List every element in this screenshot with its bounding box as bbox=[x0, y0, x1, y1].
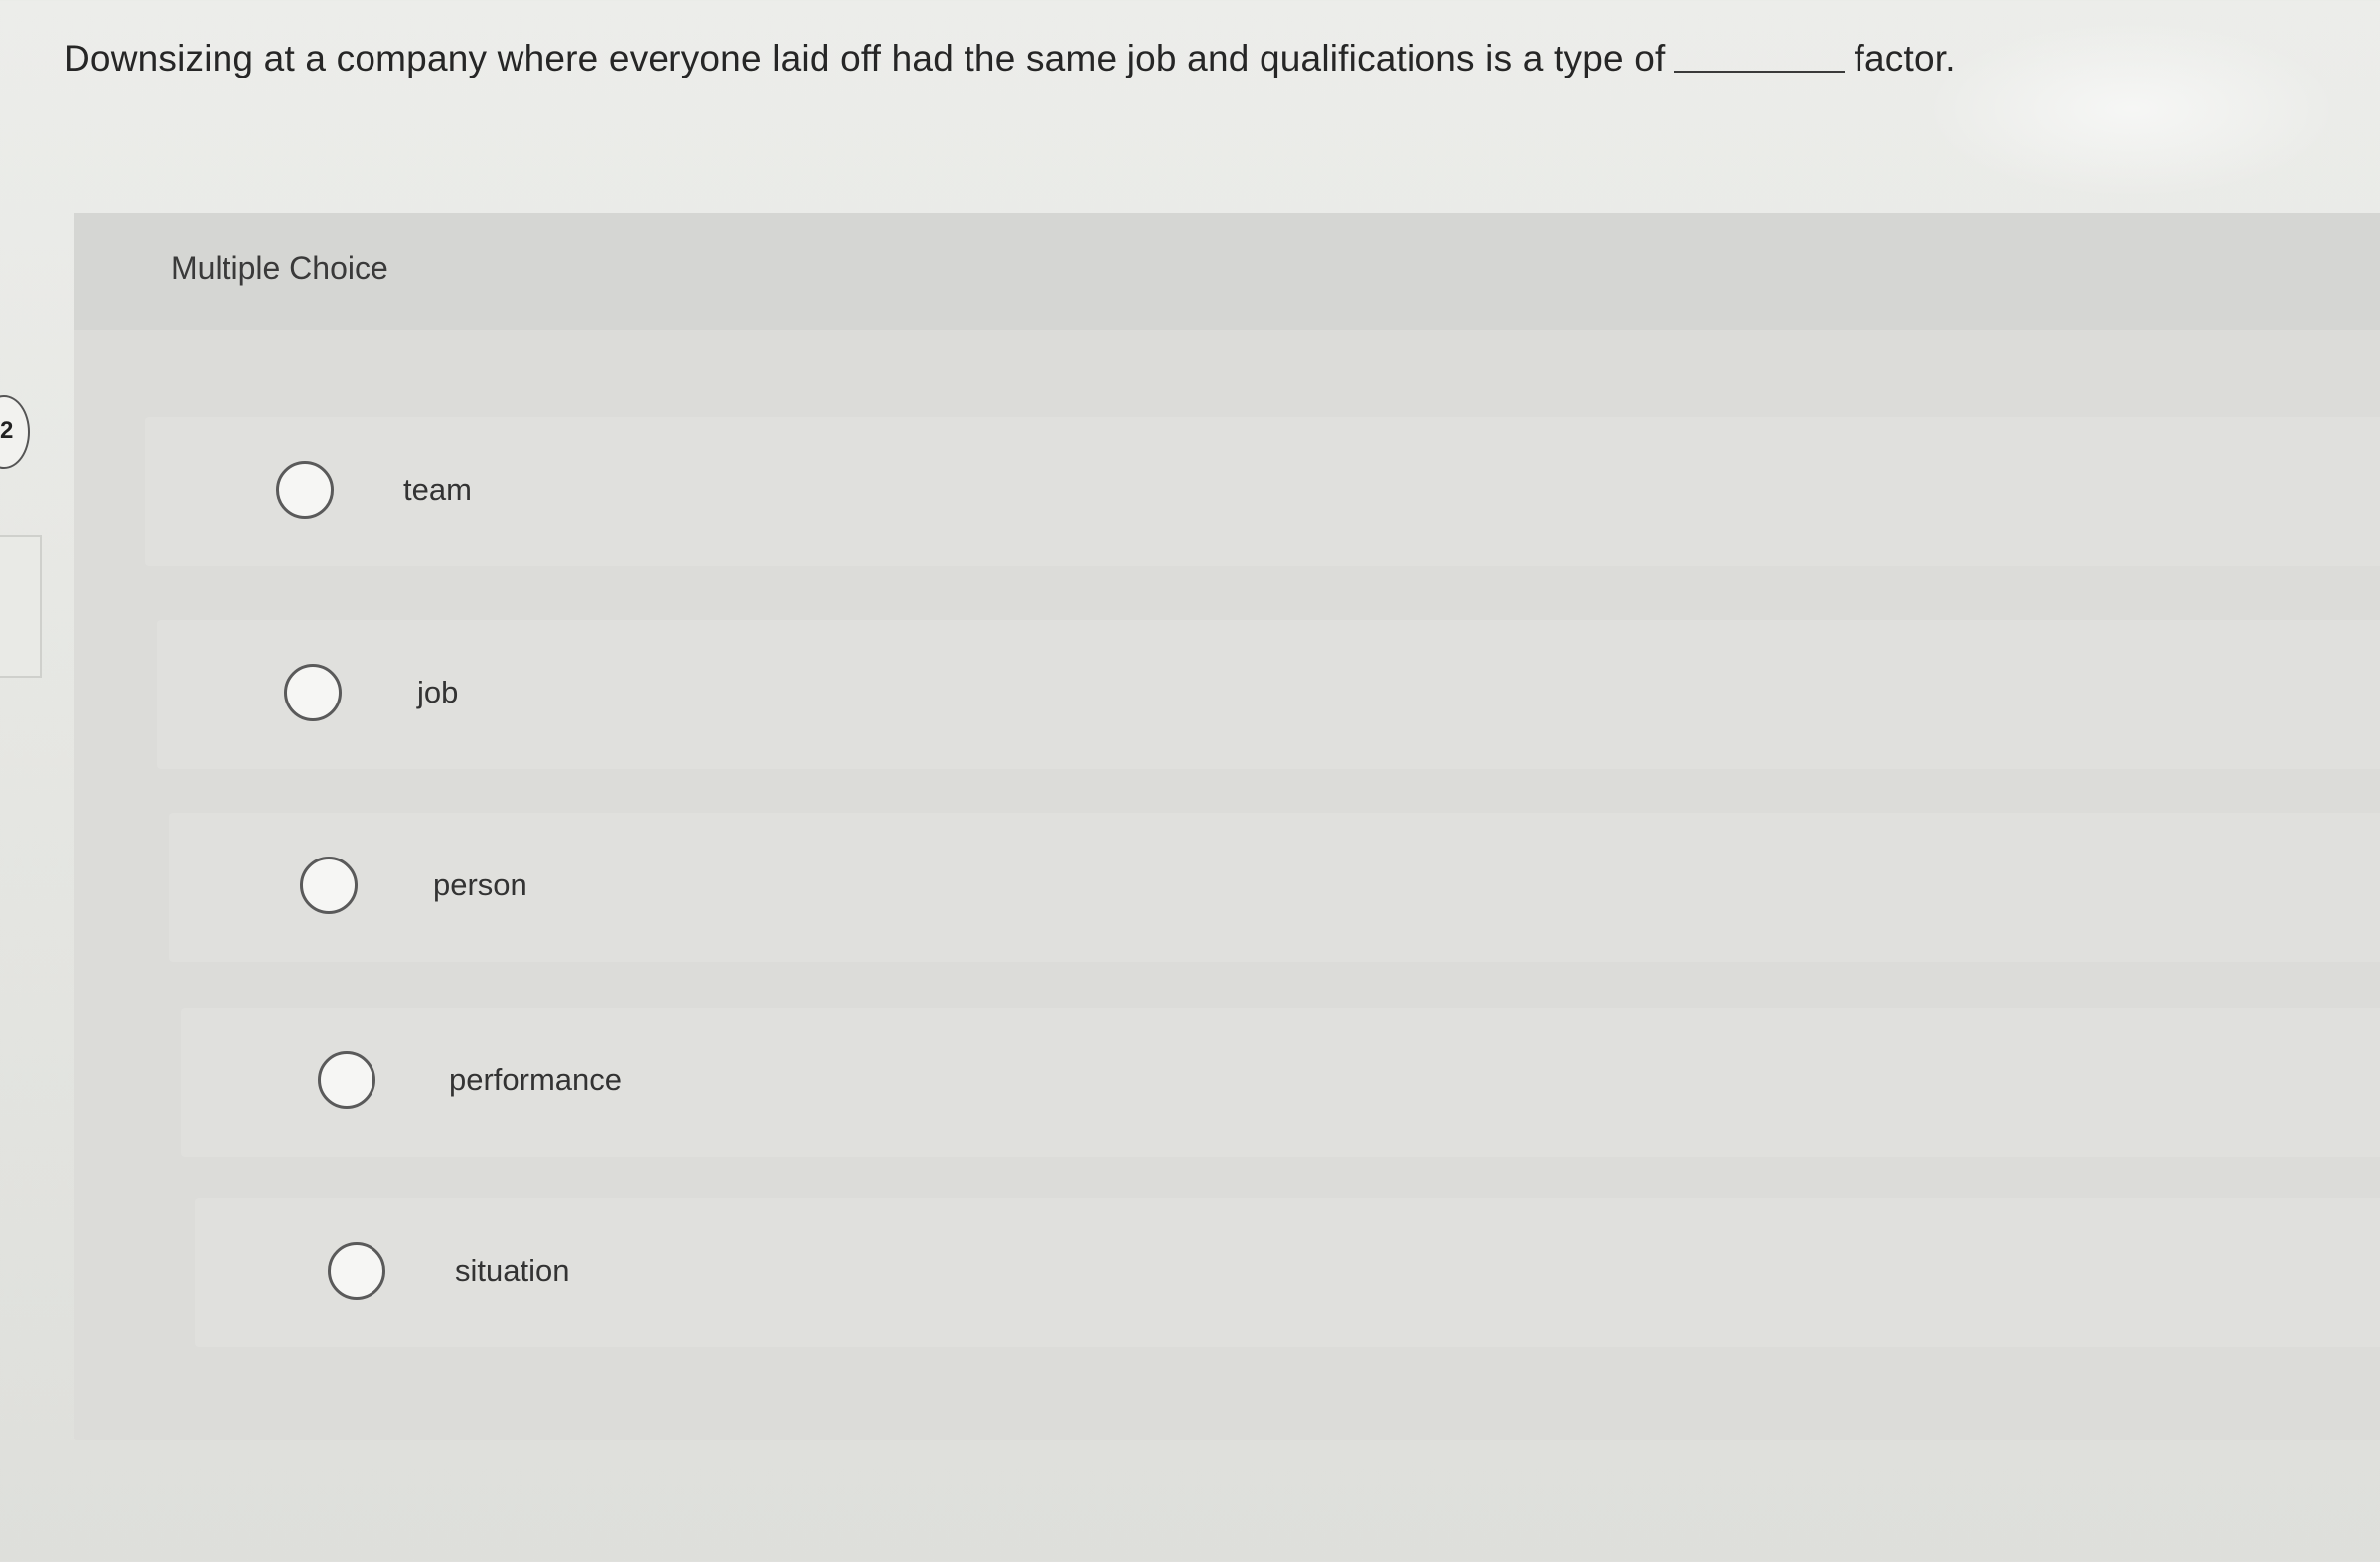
question-text-after: factor. bbox=[1854, 38, 1956, 78]
radio-button[interactable] bbox=[284, 664, 342, 721]
panel-title: Multiple Choice bbox=[171, 250, 388, 286]
radio-button[interactable] bbox=[300, 857, 358, 914]
radio-button[interactable] bbox=[276, 461, 334, 519]
radio-button[interactable] bbox=[328, 1242, 385, 1300]
question-text-before: Downsizing at a company where everyone l… bbox=[64, 38, 1666, 78]
multiple-choice-panel: Multiple Choice team job person performa… bbox=[74, 213, 2380, 1440]
option-situation[interactable]: situation bbox=[195, 1198, 2380, 1347]
side-panel-edge bbox=[0, 535, 42, 678]
option-label: job bbox=[417, 675, 459, 709]
option-label: situation bbox=[455, 1253, 570, 1288]
option-performance[interactable]: performance bbox=[181, 1008, 2380, 1157]
answer-blank bbox=[1673, 39, 1845, 73]
option-team[interactable]: team bbox=[145, 417, 2380, 566]
question-number: 2 bbox=[0, 417, 14, 444]
option-label: team bbox=[403, 472, 472, 507]
option-person[interactable]: person bbox=[169, 813, 2380, 962]
question-text: Downsizing at a company where everyone l… bbox=[64, 38, 1956, 79]
panel-header: Multiple Choice bbox=[74, 213, 2380, 330]
option-job[interactable]: job bbox=[157, 620, 2380, 769]
screen-glare bbox=[1923, 20, 2340, 199]
option-label: performance bbox=[449, 1062, 623, 1097]
radio-button[interactable] bbox=[318, 1051, 375, 1109]
option-label: person bbox=[433, 867, 527, 902]
